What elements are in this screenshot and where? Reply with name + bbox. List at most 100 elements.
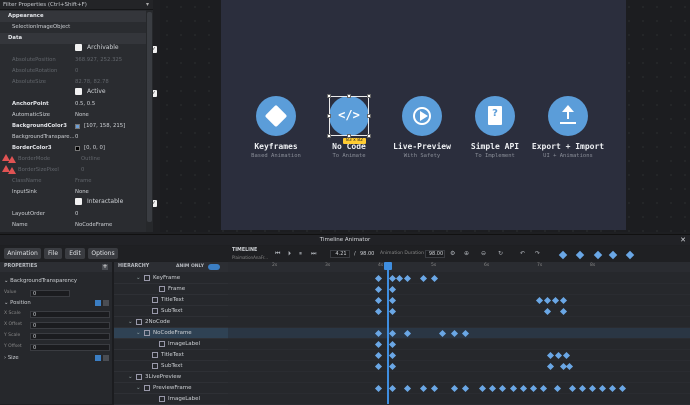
add-property-icon[interactable]: + <box>102 264 108 270</box>
property-row[interactable]: Appearance <box>0 11 146 22</box>
hierarchy-item[interactable]: ⌄ NoCodeFrame <box>114 328 228 339</box>
keyframe-toggle-icon[interactable] <box>95 300 101 306</box>
property-row[interactable]: Active ✓ <box>75 88 157 97</box>
upload-icon[interactable] <box>548 96 588 136</box>
resize-handle[interactable] <box>327 114 331 118</box>
playhead-handle[interactable] <box>384 262 392 270</box>
property-row[interactable]: InputSink None <box>0 187 146 198</box>
diamond-icon[interactable] <box>256 96 296 136</box>
hierarchy-item[interactable]: ⌄ 2NoCode <box>114 317 228 328</box>
hierarchy-item[interactable]: TitleText <box>114 295 228 306</box>
property-value[interactable]: 82.78, 82.78 <box>75 77 109 88</box>
feature-3[interactable]: Live-Preview With Safety <box>382 96 462 159</box>
hierarchy-item[interactable]: ⌄ 3LivePreview <box>114 372 228 383</box>
prop-track-position[interactable]: ⌄ Position <box>4 298 31 308</box>
menu-edit[interactable]: Edit <box>65 248 85 259</box>
hierarchy-item[interactable]: TitleText <box>114 350 228 361</box>
chevron-icon[interactable]: ⌄ <box>136 383 141 394</box>
hierarchy-item[interactable]: Frame <box>114 284 228 295</box>
property-row[interactable]: AnchorPoint 0.5, 0.5 <box>0 99 146 110</box>
property-row[interactable]: AbsoluteSize 82.78, 82.78 <box>0 77 146 88</box>
chevron-icon[interactable]: ⌄ <box>136 328 141 339</box>
timeline-track[interactable] <box>228 306 690 317</box>
property-value[interactable]: 368.927, 252.325 <box>75 55 122 66</box>
timeline-track[interactable] <box>228 284 690 295</box>
remove-track-icon[interactable] <box>103 355 109 361</box>
resize-handle[interactable] <box>367 134 371 138</box>
time-ruler[interactable] <box>228 262 690 272</box>
timeline-track[interactable] <box>228 372 690 383</box>
filter-properties-input[interactable]: Filter Properties (Ctrl+Shift+F) ▾ <box>0 0 153 10</box>
property-value[interactable]: [0, 0, 0] <box>84 143 105 154</box>
menu-animation[interactable]: Animation <box>4 248 41 259</box>
x-offset-input[interactable]: 0 <box>30 322 110 329</box>
property-value[interactable]: None <box>75 187 89 198</box>
property-row[interactable]: AutomaticSize None <box>0 110 146 121</box>
property-value[interactable]: 0.5, 0.5 <box>75 99 95 110</box>
chevron-down-icon[interactable]: ▾ <box>146 1 149 8</box>
property-value[interactable]: Frame <box>75 176 92 187</box>
property-row[interactable]: Data <box>0 33 146 44</box>
play-icon[interactable]: ⏵ <box>288 250 291 258</box>
hierarchy-item[interactable]: ⌄ KeyFrame <box>114 273 228 284</box>
anim-only-toggle[interactable] <box>208 264 220 270</box>
property-row[interactable]: Interactable ✓ <box>75 198 157 207</box>
book-icon[interactable]: ? <box>475 96 515 136</box>
undo-icon[interactable]: ↶ <box>520 250 525 257</box>
prop-track-size[interactable]: › Size <box>4 353 19 363</box>
resize-handle[interactable] <box>367 94 371 98</box>
skip-forward-icon[interactable]: ⏭ <box>311 250 316 258</box>
property-row[interactable]: SelectionImageObject <box>0 22 146 33</box>
redo-icon[interactable]: ↷ <box>535 250 540 257</box>
prop-track-background-transparency[interactable]: ⌄ BackgroundTransparency <box>4 276 77 286</box>
property-row[interactable]: AbsolutePosition 368.927, 252.325 <box>0 55 146 66</box>
play-icon[interactable] <box>402 96 442 136</box>
keyframe-toggle-icon[interactable] <box>95 355 101 361</box>
menu-options[interactable]: Options <box>88 248 118 259</box>
selection-box[interactable] <box>327 94 371 138</box>
resize-handle[interactable] <box>347 94 351 98</box>
property-value[interactable]: NoCodeFrame <box>75 220 112 231</box>
property-row[interactable]: BackgroundTranspare... 0 <box>0 132 146 143</box>
playhead[interactable] <box>387 262 389 404</box>
value-input[interactable]: 0 <box>30 290 70 297</box>
timeline-track[interactable] <box>228 339 690 350</box>
x-scale-input[interactable]: 0 <box>30 311 110 318</box>
property-row[interactable]: BorderSizePixel 0 <box>2 165 84 174</box>
resize-handle[interactable] <box>327 134 331 138</box>
property-value[interactable]: [107, 158, 215] <box>84 121 125 132</box>
chevron-icon[interactable]: ⌄ <box>128 317 133 328</box>
timeline-track[interactable] <box>228 273 690 284</box>
timeline-track[interactable] <box>228 317 690 328</box>
current-time-input[interactable]: 4.21 <box>330 250 350 258</box>
zoom-out-icon[interactable]: ⊖ <box>481 250 486 257</box>
color-swatch[interactable] <box>75 124 80 129</box>
feature-5[interactable]: Export + Import UI + Animations <box>528 96 608 159</box>
property-row[interactable]: Name NoCodeFrame <box>0 220 146 231</box>
y-offset-input[interactable]: 0 <box>30 344 110 351</box>
menu-file[interactable]: File <box>44 248 62 259</box>
chevron-icon[interactable]: ⌄ <box>136 273 141 284</box>
property-row[interactable]: ClassName Frame <box>0 176 146 187</box>
property-row[interactable]: Archivable ✓ <box>75 44 157 53</box>
property-row[interactable]: LayoutOrder 0 <box>0 209 146 220</box>
hierarchy-item[interactable]: ImageLabel <box>114 339 228 350</box>
hierarchy-item[interactable]: ImageLabel <box>114 394 228 405</box>
property-value[interactable]: None <box>75 110 89 121</box>
property-value[interactable]: 0 <box>81 165 84 176</box>
hierarchy-item[interactable]: ⌄ PreviewFrame <box>114 383 228 394</box>
property-row[interactable]: AbsoluteRotation 0 <box>0 66 146 77</box>
scrollbar-thumb[interactable] <box>147 12 152 222</box>
resize-handle[interactable] <box>367 114 371 118</box>
zoom-in-icon[interactable]: ⊕ <box>464 250 469 257</box>
feature-1[interactable]: Keyframes Based Animation <box>236 96 316 159</box>
property-row[interactable]: BorderColor3 [0, 0, 0] <box>0 143 146 154</box>
settings-icon[interactable]: ⚙ <box>450 250 455 257</box>
timeline-track[interactable] <box>228 394 690 405</box>
pause-icon[interactable]: ⏸ <box>299 250 302 258</box>
property-value[interactable]: 0 <box>75 132 78 143</box>
timeline-track[interactable] <box>228 328 690 339</box>
properties-scrollbar[interactable] <box>146 10 153 232</box>
y-scale-input[interactable]: 0 <box>30 333 110 340</box>
property-row[interactable]: BackgroundColor3 [107, 158, 215] <box>0 121 146 132</box>
